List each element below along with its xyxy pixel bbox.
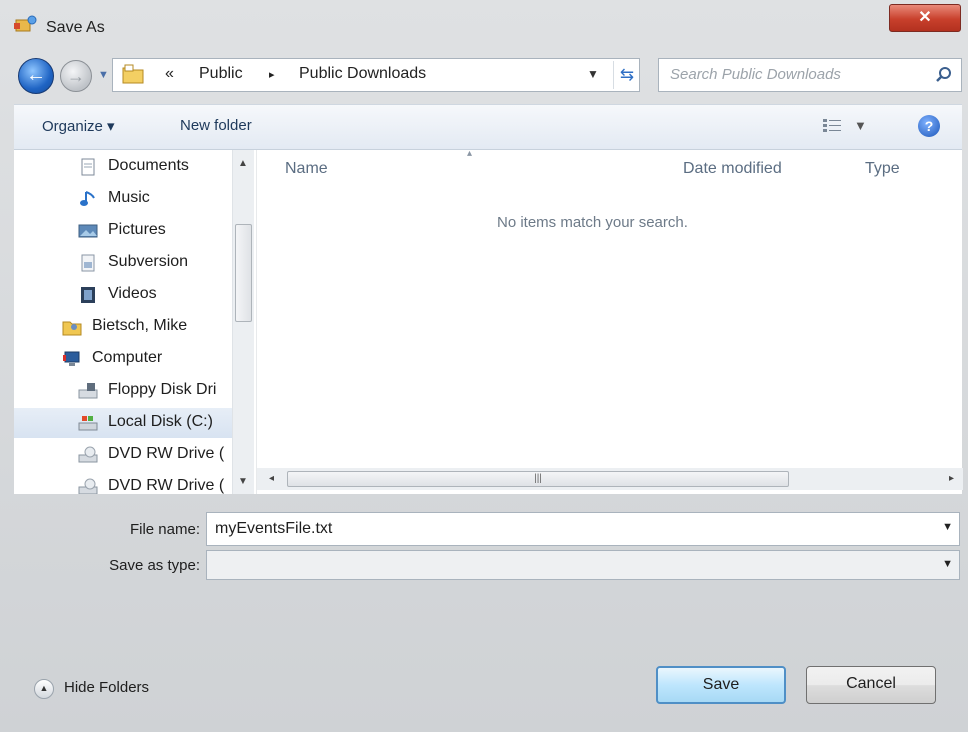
breadcrumb-separator[interactable]: ▸ [269, 68, 275, 81]
command-toolbar: Organize ▾ New folder ▼ ? [14, 104, 962, 150]
organize-button[interactable]: Organize ▾ [42, 117, 115, 135]
file-list-horizontal-scrollbar[interactable]: ◂ ||| ▸ [257, 468, 963, 490]
nav-item-pictures[interactable]: Pictures [14, 216, 232, 246]
views-dropdown-icon[interactable]: ▼ [854, 118, 867, 133]
nav-scroll-thumb[interactable] [235, 224, 252, 322]
navigation-pane: Documents Music Pictures Subversion Vide… [14, 150, 256, 494]
user-folder-icon [62, 321, 82, 336]
column-header-name[interactable]: Name [285, 160, 328, 178]
scroll-down-arrow-icon[interactable]: ▼ [238, 476, 248, 487]
save-button[interactable]: Save [656, 666, 786, 704]
dvd-drive-icon [78, 478, 98, 494]
horizontal-scroll-thumb[interactable]: ||| [287, 471, 789, 487]
file-name-value: myEventsFile.txt [215, 520, 333, 537]
search-placeholder: Search Public Downloads [670, 66, 841, 83]
views-icon [823, 119, 841, 132]
save-as-type-select[interactable]: ▼ [206, 550, 960, 580]
forward-button[interactable]: → [60, 60, 92, 92]
pictures-icon [78, 224, 98, 238]
sort-indicator-icon: ▴ [467, 148, 473, 159]
window-title: Save As [46, 19, 105, 36]
folder-icon [121, 63, 145, 85]
videos-icon [81, 287, 95, 303]
scroll-up-arrow-icon[interactable]: ▲ [238, 158, 248, 169]
file-name-dropdown-icon[interactable]: ▼ [942, 521, 953, 533]
cancel-button[interactable]: Cancel [806, 666, 936, 704]
local-disk-icon [78, 416, 98, 431]
nav-item-music[interactable]: Music [14, 184, 232, 214]
file-name-label: File name: [129, 521, 200, 538]
nav-item-videos[interactable]: Videos [14, 280, 232, 310]
nav-item-documents[interactable]: Documents [14, 152, 232, 182]
back-button[interactable]: ← [18, 58, 54, 94]
address-bar[interactable]: « Public ▸ Public Downloads ▼ ⇆ [112, 58, 640, 92]
title-bar: Save As ✕ [0, 0, 968, 52]
scroll-left-arrow-icon[interactable]: ◂ [269, 473, 274, 484]
subversion-icon [81, 254, 95, 272]
nav-pane-scrollbar[interactable]: ▲ ▼ [232, 150, 254, 494]
breadcrumb-public-downloads[interactable]: Public Downloads [299, 65, 426, 83]
address-overflow-chevron[interactable]: « [165, 65, 174, 83]
nav-item-dvd-rw-drive-2[interactable]: DVD RW Drive ( [14, 472, 232, 494]
collapse-up-icon: ▲ [34, 679, 54, 699]
save-as-type-label: Save as type: [109, 557, 200, 574]
nav-item-bietsch-mike[interactable]: Bietsch, Mike [14, 312, 232, 342]
file-list: ▴ Name Date modified Type No items match… [256, 148, 963, 494]
save-as-app-icon [14, 14, 38, 34]
search-input[interactable]: Search Public Downloads [658, 58, 962, 92]
forward-arrow-icon: → [67, 66, 85, 86]
column-header-type[interactable]: Type [865, 160, 900, 178]
dvd-drive-icon [78, 446, 98, 463]
floppy-icon [78, 383, 98, 399]
search-icon[interactable] [935, 66, 953, 84]
address-dropdown-icon[interactable]: ▼ [587, 67, 599, 81]
nav-item-floppy-disk-drive[interactable]: Floppy Disk Dri [14, 376, 232, 406]
nav-item-dvd-rw-drive-1[interactable]: DVD RW Drive ( [14, 440, 232, 470]
breadcrumb-public[interactable]: Public [199, 65, 243, 83]
new-folder-button[interactable]: New folder [180, 117, 252, 134]
nav-item-subversion[interactable]: Subversion [14, 248, 232, 278]
scroll-right-arrow-icon[interactable]: ▸ [949, 473, 954, 484]
nav-item-computer[interactable]: Computer [14, 344, 232, 374]
recent-locations-dropdown-icon[interactable]: ▼ [98, 69, 110, 81]
computer-icon [63, 351, 80, 366]
hide-folders-label: Hide Folders [64, 679, 150, 696]
documents-icon [81, 158, 95, 176]
nav-item-local-disk-c[interactable]: Local Disk (C:) [14, 408, 232, 438]
close-button[interactable]: ✕ [889, 4, 961, 32]
back-arrow-icon: ← [26, 64, 46, 86]
save-as-type-dropdown-icon[interactable]: ▼ [942, 558, 953, 570]
column-header-date-modified[interactable]: Date modified [683, 160, 782, 178]
music-icon [80, 191, 95, 206]
change-view-button[interactable]: ▼ [822, 117, 870, 137]
file-name-field[interactable]: myEventsFile.txt ▼ [206, 512, 960, 546]
refresh-icon[interactable]: ⇆ [613, 61, 640, 89]
empty-list-message: No items match your search. [497, 214, 688, 231]
help-icon[interactable]: ? [918, 115, 940, 137]
